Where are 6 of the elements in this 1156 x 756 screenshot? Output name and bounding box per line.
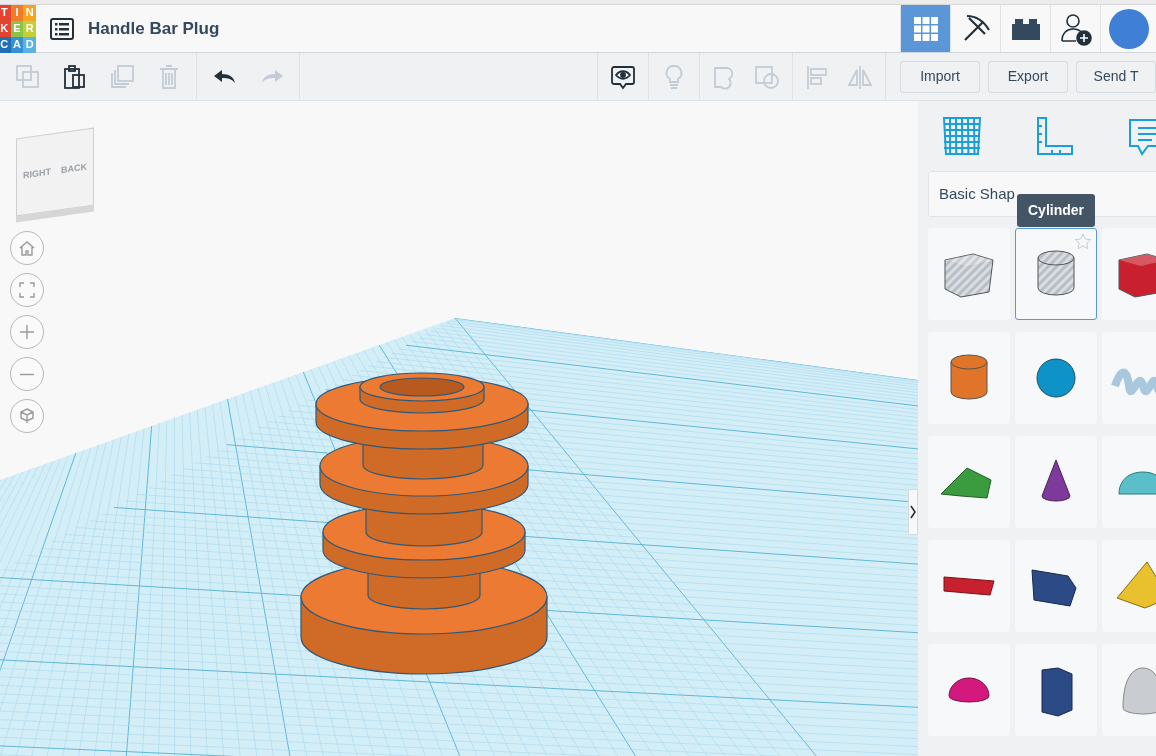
- logo-letter: C: [0, 36, 11, 53]
- cube-face-label: RIGHT: [23, 165, 51, 183]
- logo-letter: T: [0, 4, 11, 21]
- cube-face-label: BACK: [61, 160, 87, 178]
- logo-letter: K: [0, 20, 11, 37]
- tooltip: Cylinder: [1017, 194, 1095, 227]
